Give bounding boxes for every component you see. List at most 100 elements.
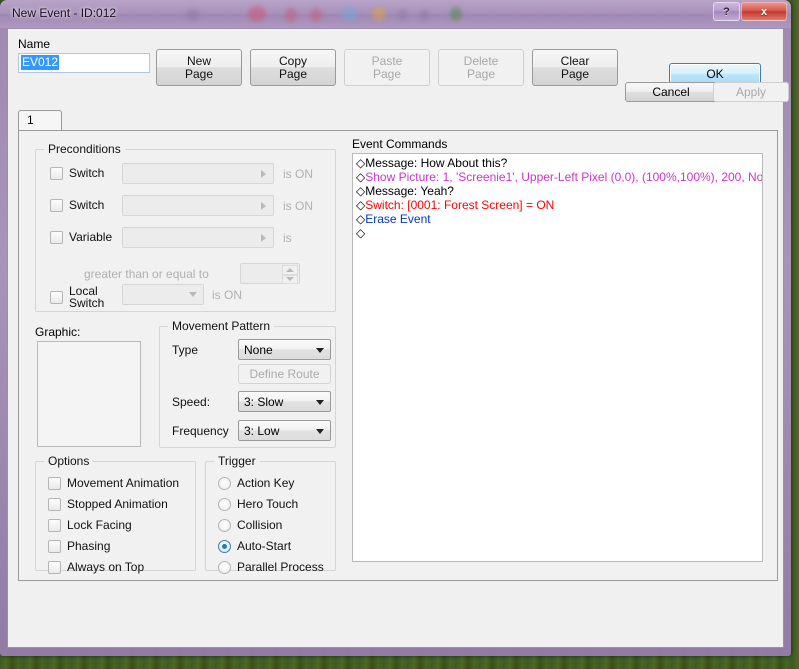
option-movement-animation-checkbox[interactable] [48,476,61,490]
trigger-action-key-radio[interactable] [218,476,231,490]
trigger-collision[interactable]: Collision [218,518,282,532]
spinner-down-icon [282,274,298,284]
precondition-variable-row[interactable]: Variable [50,230,112,244]
event-page-panel: Preconditions Switch is ON Switch is ON [18,130,778,581]
precondition-switch-1-suffix: is ON [283,167,313,181]
window-title: New Event - ID:012 [12,6,117,20]
trigger-auto-start-label: Auto-Start [237,539,292,553]
event-commands-label: Event Commands [352,137,448,151]
paste-page-button: Paste Page [344,49,430,86]
clear-page-button-line1: Clear [560,53,590,68]
event-editor-window: New Event - ID:012 ? x Name EV012 New Pa… [0,0,791,656]
event-command-row[interactable]: ◇Show Picture: 1, 'Screenie1', Upper-Lef… [354,170,762,184]
preconditions-title: Preconditions [44,142,125,156]
comparison-value-spinner [240,263,300,284]
movement-speed-combo[interactable]: 3: Slow [238,391,331,412]
define-route-button: Define Route [238,364,331,384]
command-diamond-icon: ◇ [356,184,366,198]
glass-smudge [372,7,386,21]
tab-page-1[interactable]: 1 [18,110,62,131]
option-stopped-animation-label: Stopped Animation [67,497,168,511]
comparison-label: greater than or equal to [84,267,209,281]
option-movement-animation-label: Movement Animation [67,476,180,490]
trigger-parallel-process[interactable]: Parallel Process [218,560,324,574]
movement-type-combo[interactable]: None [238,339,331,360]
option-phasing[interactable]: Phasing [48,539,110,553]
close-icon[interactable]: x [741,2,787,21]
trigger-action-key[interactable]: Action Key [218,476,294,490]
graphic-preview-box[interactable] [37,341,141,447]
chevron-down-icon [185,285,201,304]
event-command-row[interactable]: ◇ [354,226,762,240]
precondition-switch-1-label: Switch [69,166,105,180]
trigger-collision-radio[interactable] [218,518,231,532]
precondition-local-switch-checkbox[interactable] [50,290,63,304]
precondition-variable-label: Variable [69,230,113,244]
option-lock-facing-checkbox[interactable] [48,518,61,532]
glass-smudge [285,8,297,22]
event-command-text: Message: Yeah? [365,184,454,198]
apply-button: Apply [713,82,789,102]
precondition-local-switch-row[interactable]: Local Switch [50,285,104,309]
movement-frequency-value: 3: Low [244,423,280,438]
option-lock-facing-label: Lock Facing [67,518,132,532]
option-movement-animation[interactable]: Movement Animation [48,476,179,490]
trigger-auto-start-radio[interactable] [218,539,231,553]
event-command-row[interactable]: ◇Erase Event [354,212,762,226]
new-page-button[interactable]: New Page [156,49,242,86]
trigger-hero-touch[interactable]: Hero Touch [218,497,298,511]
new-page-button-line2: Page [184,66,214,81]
movement-speed-value: 3: Slow [244,394,284,409]
precondition-variable-checkbox[interactable] [50,230,63,244]
precondition-switch-1-row[interactable]: Switch [50,166,104,180]
chevron-right-icon [255,228,271,247]
chevron-down-icon [316,428,324,434]
glass-smudge [186,9,200,21]
option-always-on-top-checkbox[interactable] [48,560,61,574]
glass-smudge [420,9,429,21]
precondition-variable-combo [122,227,274,248]
event-command-text: Switch: [0001: Forest Screen] = ON [365,198,555,212]
window-titlebar[interactable]: New Event - ID:012 ? x [0,0,791,28]
trigger-parallel-process-radio[interactable] [218,560,231,574]
movement-pattern-title: Movement Pattern [168,319,275,333]
chevron-right-icon [255,196,271,215]
trigger-title: Trigger [214,454,260,468]
event-command-row[interactable]: ◇Message: Yeah? [354,184,762,198]
clear-page-button-line2: Page [560,66,590,81]
event-command-row[interactable]: ◇Message: How About this? [354,156,762,170]
new-page-button-line1: New [186,53,211,68]
event-command-text: Message: How About this? [365,156,508,170]
option-stopped-animation-checkbox[interactable] [48,497,61,511]
option-lock-facing[interactable]: Lock Facing [48,518,132,532]
command-diamond-icon: ◇ [356,170,366,184]
trigger-auto-start[interactable]: Auto-Start [218,539,291,553]
copy-page-button[interactable]: Copy Page [250,49,336,86]
event-commands-list[interactable]: ◇Message: How About this? ◇Show Picture:… [352,153,763,562]
spinner-up-icon [282,265,298,275]
delete-page-button-line1: Delete [463,53,499,68]
precondition-switch-2-checkbox[interactable] [50,198,63,212]
option-phasing-label: Phasing [67,539,111,553]
chevron-down-icon [316,347,324,353]
event-command-row[interactable]: ◇Switch: [0001: Forest Screen] = ON [354,198,762,212]
trigger-hero-touch-radio[interactable] [218,497,231,511]
option-phasing-checkbox[interactable] [48,539,61,553]
movement-frequency-combo[interactable]: 3: Low [238,420,331,441]
precondition-switch-2-row[interactable]: Switch [50,198,104,212]
cancel-button[interactable]: Cancel [625,82,717,102]
paste-page-button-line2: Page [372,66,402,81]
help-icon[interactable]: ? [713,2,740,21]
movement-type-label: Type [172,343,199,357]
option-stopped-animation[interactable]: Stopped Animation [48,497,168,511]
command-diamond-icon: ◇ [356,212,366,226]
options-group: Options Movement Animation Stopped Anima… [35,454,196,574]
glass-smudge [450,7,462,21]
precondition-switch-1-checkbox[interactable] [50,166,63,180]
preconditions-group: Preconditions Switch is ON Switch is ON [35,142,336,312]
option-always-on-top[interactable]: Always on Top [48,560,144,574]
trigger-group: Trigger Action Key Hero Touch Collision … [205,454,336,574]
precondition-switch-1-combo [122,163,274,184]
clear-page-button[interactable]: Clear Page [532,49,618,86]
precondition-local-switch-suffix: is ON [212,288,242,302]
